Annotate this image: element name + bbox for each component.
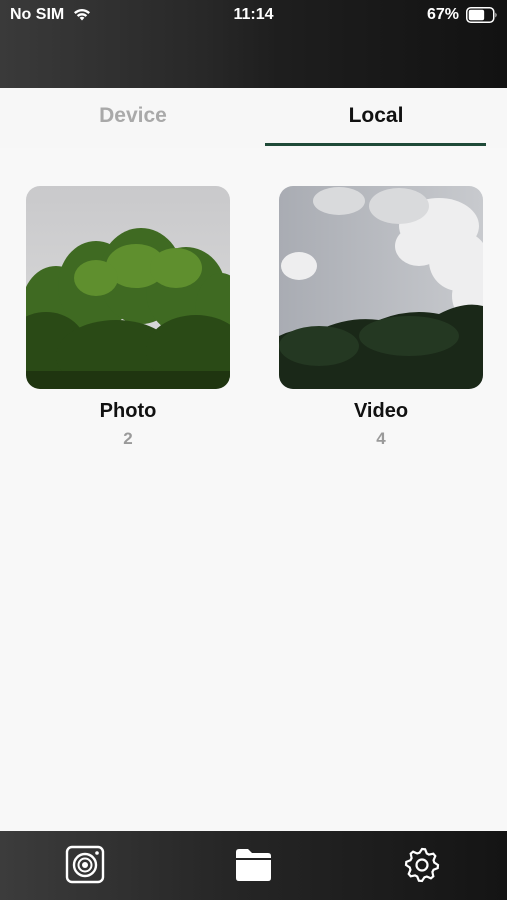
album-name: Photo [99, 400, 157, 422]
app-screen: No SIM 11:14 67% Device Local Photo 2 Vi… [0, 0, 507, 900]
battery-icon [466, 7, 497, 23]
album-photo[interactable]: Photo 2 [26, 186, 230, 449]
folder-icon[interactable] [231, 845, 275, 885]
album-name: Video [353, 400, 409, 422]
tab-device[interactable]: Device [22, 88, 244, 148]
bottom-tab-bar [0, 831, 507, 900]
album-video[interactable]: Video 4 [279, 186, 483, 449]
tab-local[interactable]: Local [265, 88, 487, 148]
album-count: 4 [376, 429, 386, 448]
photo-album-thumbnail[interactable] [26, 186, 230, 389]
album-count: 2 [123, 429, 133, 448]
video-album-thumbnail[interactable] [279, 186, 483, 389]
active-tab-indicator [265, 143, 486, 146]
source-tabs: Device Local [0, 88, 507, 148]
battery-percentage: 67% [426, 6, 459, 23]
gear-icon[interactable] [400, 845, 444, 885]
status-bar: No SIM 11:14 67% [0, 0, 507, 30]
header-bar: No SIM 11:14 67% [0, 0, 507, 88]
camera-icon[interactable] [63, 845, 107, 885]
